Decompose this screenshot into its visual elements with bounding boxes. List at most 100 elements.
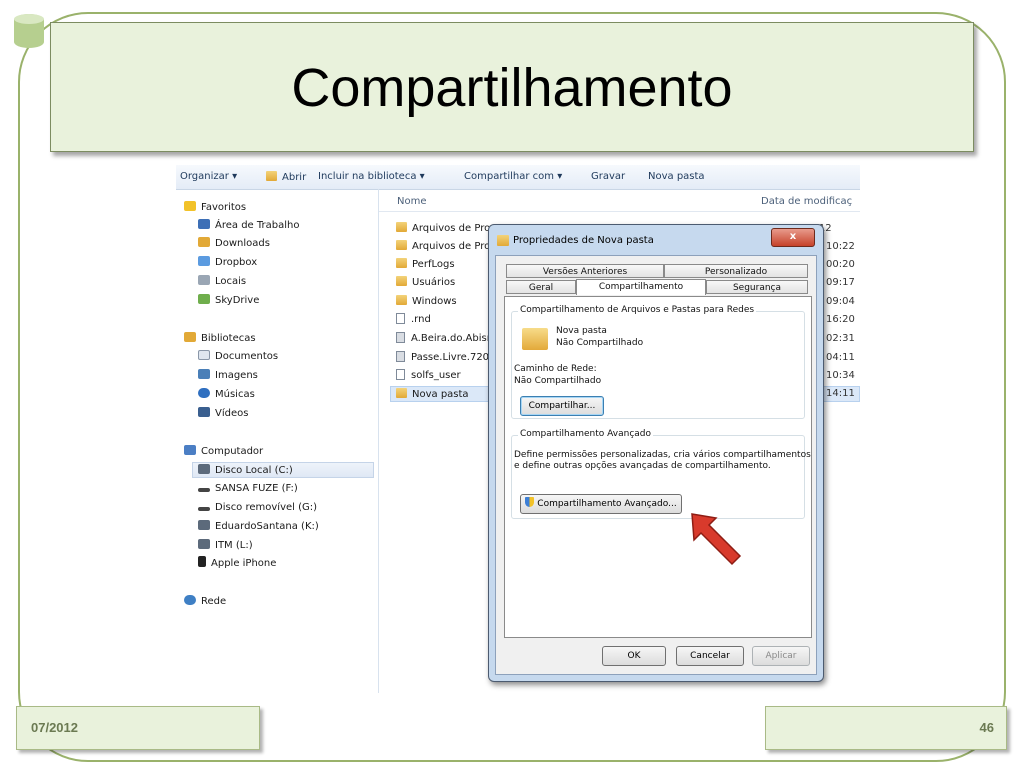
- nav-item[interactable]: SkyDrive: [198, 293, 259, 309]
- drive-icon: [198, 464, 210, 474]
- folder-icon: [396, 222, 407, 232]
- file-row[interactable]: Arquivos de Pro: [396, 239, 490, 255]
- folder-icon: [396, 295, 407, 305]
- nav-network[interactable]: Rede: [184, 594, 226, 610]
- file-name: Usuários: [412, 277, 456, 288]
- file-name: A.Beira.do.Abism: [411, 333, 497, 344]
- nav-item-label: Imagens: [215, 370, 258, 381]
- file-icon: [396, 313, 405, 324]
- slide-title: Compartilhamento: [291, 58, 733, 118]
- tab-previous-versions[interactable]: Versões Anteriores: [506, 264, 664, 278]
- column-headers: Nome Data de modificaç: [379, 189, 860, 212]
- downloads-icon: [198, 237, 210, 247]
- file-name: Arquivos de Pro: [412, 241, 491, 252]
- music-icon: [198, 388, 210, 398]
- folder-icon: [396, 240, 407, 250]
- nav-item[interactable]: Vídeos: [198, 406, 248, 422]
- file-row[interactable]: A.Beira.do.Abism: [396, 331, 496, 347]
- nav-item[interactable]: EduardoSantana (K:): [198, 519, 319, 535]
- nav-item[interactable]: Área de Trabalho: [198, 218, 299, 234]
- page-number: 46: [979, 720, 994, 735]
- nav-libraries-label: Bibliotecas: [201, 333, 256, 344]
- file-date: 09:17: [826, 277, 855, 288]
- network-path-value: Não Compartilhado: [514, 376, 602, 386]
- organize-button[interactable]: Organizar ▾: [180, 171, 237, 182]
- advanced-sharing-group: Compartilhamento Avançado Define permiss…: [511, 429, 811, 519]
- computer-icon: [184, 445, 196, 455]
- nav-item[interactable]: SANSA FUZE (F:): [198, 481, 298, 497]
- network-drive-icon: [198, 539, 210, 549]
- nav-item[interactable]: Downloads: [198, 236, 270, 252]
- ok-button[interactable]: OK: [602, 646, 666, 666]
- file-name: Passe.Livre.720p: [411, 352, 496, 363]
- burn-button[interactable]: Gravar: [591, 171, 625, 182]
- navigation-pane: Favoritos Área de Trabalho Downloads Dro…: [176, 189, 379, 693]
- footer-date-box: 07/2012: [16, 706, 260, 750]
- nav-item[interactable]: Apple iPhone: [198, 556, 276, 572]
- file-date: 00:20: [826, 259, 855, 270]
- include-library-button[interactable]: Incluir na biblioteca ▾: [318, 171, 425, 182]
- apply-button[interactable]: Aplicar: [752, 646, 810, 666]
- share-button[interactable]: Compartilhar...: [520, 396, 604, 416]
- close-button[interactable]: x: [771, 228, 815, 247]
- shield-icon: [525, 497, 535, 507]
- nav-item[interactable]: Imagens: [198, 368, 258, 384]
- advanced-sharing-button[interactable]: Compartilhamento Avançado...: [520, 494, 682, 514]
- open-button[interactable]: Abrir: [266, 171, 306, 183]
- title-box: Compartilhamento: [50, 22, 974, 152]
- explorer-toolbar: Organizar ▾ Abrir Incluir na biblioteca …: [176, 165, 860, 190]
- libraries-icon: [184, 332, 196, 342]
- column-name[interactable]: Nome: [397, 196, 427, 207]
- dialog-title: Propriedades de Nova pasta: [513, 235, 654, 246]
- nav-item[interactable]: Locais: [198, 274, 246, 290]
- nav-item-label: SkyDrive: [215, 295, 260, 306]
- phone-icon: [198, 556, 206, 567]
- tab-customize[interactable]: Personalizado: [664, 264, 808, 278]
- nav-item[interactable]: Documentos: [198, 349, 278, 365]
- nav-item-label: Músicas: [215, 389, 255, 400]
- tab-general[interactable]: Geral: [506, 280, 576, 294]
- nav-computer[interactable]: Computador: [184, 444, 263, 460]
- file-row[interactable]: Usuários: [396, 275, 455, 291]
- file-name: Windows: [412, 296, 457, 307]
- nav-item-label: Disco removível (G:): [215, 502, 318, 513]
- nav-item[interactable]: Músicas: [198, 387, 255, 403]
- network-path-label: Caminho de Rede:: [514, 364, 597, 374]
- tab-security[interactable]: Segurança: [706, 280, 808, 294]
- file-row[interactable]: Passe.Livre.720p: [396, 350, 495, 366]
- pointer-arrow-icon: [691, 513, 742, 566]
- nav-favorites[interactable]: Favoritos: [184, 200, 246, 216]
- removable-drive-icon: [198, 488, 210, 492]
- removable-drive-icon: [198, 507, 210, 511]
- file-row[interactable]: .rnd: [396, 312, 431, 328]
- nav-network-label: Rede: [201, 596, 227, 607]
- file-row[interactable]: PerfLogs: [396, 257, 455, 273]
- file-date: 10:22: [826, 241, 855, 252]
- column-date[interactable]: Data de modificaç: [761, 196, 852, 207]
- open-icon: [266, 171, 277, 181]
- footer-date: 07/2012: [31, 720, 78, 735]
- file-name: .rnd: [411, 314, 431, 325]
- dropbox-icon: [198, 256, 210, 266]
- nav-item[interactable]: Disco removível (G:): [198, 500, 317, 516]
- file-row[interactable]: Windows: [396, 294, 457, 310]
- folder-icon: [396, 388, 407, 398]
- dialog-body: Versões Anteriores Personalizado Geral C…: [495, 255, 817, 675]
- advanced-sharing-label: Compartilhamento Avançado...: [537, 499, 677, 509]
- nav-item[interactable]: ITM (L:): [198, 538, 253, 554]
- share-with-button[interactable]: Compartilhar com ▾: [464, 171, 562, 182]
- new-folder-button[interactable]: Nova pasta: [648, 171, 705, 182]
- folder-name: Nova pasta: [556, 326, 607, 336]
- nav-item[interactable]: Dropbox: [198, 255, 257, 271]
- folder-icon: [396, 276, 407, 286]
- network-icon: [184, 595, 196, 605]
- tab-sharing[interactable]: Compartilhamento: [576, 279, 706, 295]
- skydrive-icon: [198, 294, 210, 304]
- nav-libraries[interactable]: Bibliotecas: [184, 331, 256, 347]
- advanced-description: Define permissões personalizadas, cria v…: [514, 450, 811, 460]
- file-name: PerfLogs: [412, 259, 455, 270]
- file-row[interactable]: solfs_user: [396, 368, 461, 384]
- cancel-button[interactable]: Cancelar: [676, 646, 744, 666]
- nav-item-selected[interactable]: Disco Local (C:): [192, 462, 374, 478]
- nav-item-label: Documentos: [215, 351, 279, 362]
